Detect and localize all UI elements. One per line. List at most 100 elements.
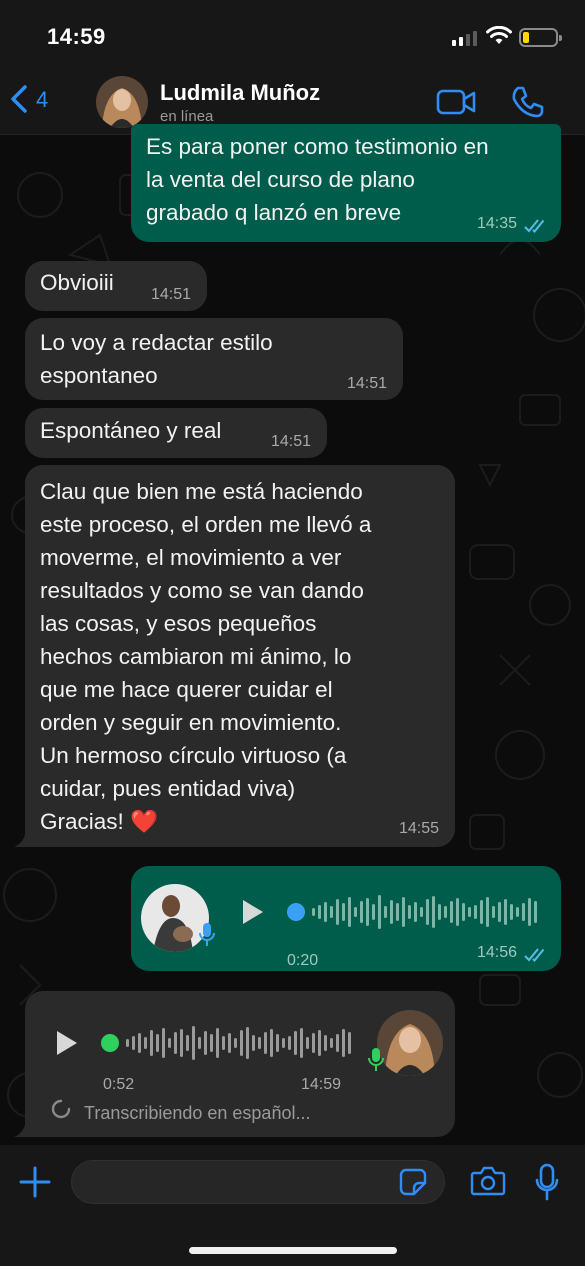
battery-fill [523, 32, 529, 43]
read-receipt-icon [524, 219, 545, 233]
waveform-bar [300, 1028, 303, 1058]
chevron-left-icon [11, 85, 27, 113]
waveform-bar [150, 1030, 153, 1056]
waveform-bar [306, 1037, 309, 1049]
waveform-bar [252, 1035, 255, 1051]
message-input[interactable] [71, 1160, 445, 1204]
waveform-bar [486, 897, 489, 927]
playhead-dot[interactable] [287, 903, 305, 921]
waveform-bar [366, 898, 369, 926]
message-time: 14:51 [346, 375, 387, 392]
plus-icon[interactable] [18, 1165, 52, 1199]
phone-call-icon[interactable] [510, 85, 544, 119]
message-text: Lo voy a redactar estilo espontaneo [40, 330, 273, 388]
read-receipt-icon [524, 948, 545, 962]
waveform-bar [492, 906, 495, 918]
voice-message-incoming[interactable]: 0:52 14:59 Transcribiendo en español... [25, 991, 455, 1137]
play-icon[interactable] [55, 1029, 79, 1057]
waveform-bar [312, 1033, 315, 1053]
waveform-bar [342, 1029, 345, 1057]
camera-icon[interactable] [470, 1165, 506, 1197]
message-time: 14:51 [270, 433, 311, 450]
audio-duration: 0:20 [287, 952, 319, 969]
waveform-bar [198, 1037, 201, 1049]
waveform-bar [240, 1030, 243, 1056]
waveform-bar [318, 1030, 321, 1056]
waveform-bar [294, 1031, 297, 1055]
waveform-bar [204, 1031, 207, 1055]
waveform-bar [162, 1028, 165, 1058]
message-time: 14:55 [398, 820, 439, 837]
waveform-bar [354, 907, 357, 917]
waveform-bar [312, 908, 315, 916]
waveform-bar [192, 1026, 195, 1060]
battery-icon [519, 28, 562, 47]
message-incoming[interactable]: Clau que bien me está haciendo este proc… [25, 465, 455, 847]
waveform-bar [144, 1037, 147, 1049]
waveform-bar [330, 906, 333, 918]
waveform-bar [534, 901, 537, 923]
waveform-bar [324, 902, 327, 922]
waveform-bar [138, 1033, 141, 1053]
message-time: 14:51 [150, 286, 191, 303]
waveform-bar [336, 1034, 339, 1052]
waveform-bar [522, 903, 525, 921]
waveform-bar [186, 1035, 189, 1051]
waveform-bar [228, 1033, 231, 1053]
waveform-bar [288, 1036, 291, 1050]
waveform-bar [462, 903, 465, 921]
message-text: Clau que bien me está haciendo este proc… [40, 479, 372, 834]
waveform-bar [420, 907, 423, 917]
waveform-bar [438, 904, 441, 920]
waveform-bar [378, 895, 381, 929]
waveform-bar [132, 1036, 135, 1050]
waveform-bar [528, 898, 531, 926]
sticker-icon[interactable] [398, 1167, 428, 1197]
voice-message-outgoing[interactable]: 0:20 14:56 [131, 866, 561, 971]
playhead-dot[interactable] [101, 1034, 119, 1052]
waveform-bar [432, 896, 435, 928]
waveform-bar [318, 905, 321, 919]
waveform-bar [498, 902, 501, 922]
message-time: 14:35 [476, 215, 517, 232]
waveform-bar [246, 1027, 249, 1059]
waveform-bar [504, 899, 507, 925]
waveform-bar [456, 898, 459, 926]
contact-avatar[interactable] [96, 76, 148, 128]
waveform-bar [348, 1032, 351, 1054]
microphone-icon [368, 1048, 384, 1071]
waveform-bar [276, 1034, 279, 1052]
waveform-bar [282, 1038, 285, 1048]
audio-waveform[interactable] [101, 1021, 351, 1065]
status-bar: 14:59 [0, 0, 585, 70]
waveform-bar [450, 901, 453, 923]
loading-spinner-icon [51, 1099, 71, 1119]
waveform-bar [180, 1029, 183, 1057]
battery-tip [559, 35, 562, 41]
waveform-bar [408, 905, 411, 919]
microphone-icon [199, 923, 215, 946]
play-icon[interactable] [241, 898, 265, 926]
microphone-icon[interactable] [535, 1163, 559, 1201]
waveform-bar [360, 901, 363, 923]
cellular-signal-icon [452, 30, 477, 46]
video-call-icon[interactable] [436, 88, 476, 116]
message-outgoing[interactable]: Es para poner como testimonio en la vent… [131, 124, 561, 242]
status-time: 14:59 [47, 24, 106, 49]
back-button[interactable]: 4 [10, 84, 48, 114]
message-incoming[interactable]: Lo voy a redactar estilo espontaneo 14:5… [25, 318, 403, 400]
transcription-status: Transcribiendo en español... [84, 1103, 311, 1123]
audio-waveform[interactable] [287, 890, 537, 934]
waveform-bar [324, 1035, 327, 1051]
waveform-bar [390, 900, 393, 924]
bubble-tail [14, 1121, 30, 1137]
contact-name[interactable]: Ludmila Muñoz [160, 80, 320, 106]
message-incoming[interactable]: Obvioiii 14:51 [25, 261, 207, 311]
message-composer [0, 1145, 585, 1266]
waveform-bar [168, 1038, 171, 1048]
waveform-bar [372, 904, 375, 920]
message-incoming[interactable]: Espontáneo y real 14:51 [25, 408, 327, 458]
waveform-bar [468, 907, 471, 917]
waveform-bar [270, 1029, 273, 1057]
waveform-bar [126, 1039, 129, 1047]
